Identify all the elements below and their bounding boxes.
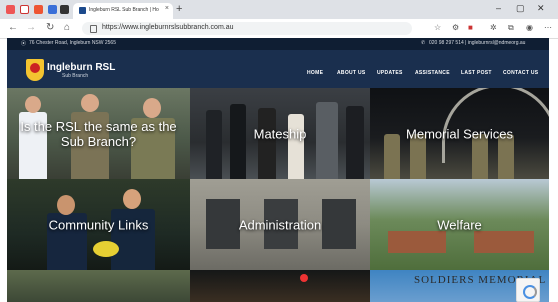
site-address: 76 Chester Road, Ingleburn NSW 2565 [29, 40, 116, 46]
site-contact: 020 98 297 514 | ingleburnrsl@ndmeorg.au [429, 40, 526, 46]
tile-caption: Mateship [253, 126, 307, 141]
brick-wall [474, 231, 534, 253]
phone-icon: ✆ [421, 40, 426, 46]
minimize-icon[interactable]: – [496, 3, 501, 13]
figure [25, 96, 41, 113]
extension-icon[interactable]: ⚙ [452, 23, 459, 32]
recaptcha-icon[interactable] [516, 278, 540, 302]
website: ⦿ 76 Chester Road, Ingleburn NSW 2565 ✆ … [7, 38, 549, 302]
figure [258, 108, 276, 179]
red-light [300, 274, 308, 282]
browser-menu-icon[interactable] [6, 5, 15, 14]
tile-welfare[interactable]: Welfare [370, 179, 549, 270]
site-topbar: ⦿ 76 Chester Road, Ingleburn NSW 2565 ✆ … [7, 38, 549, 50]
favorites-icon[interactable]: ✲ [490, 23, 497, 32]
browser-tab-bar: Ingleburn RSL Sub Branch | Hon × + – ▢ ✕ [0, 0, 558, 19]
tile-caption: Memorial Services [406, 126, 513, 141]
tab-close-icon[interactable]: × [165, 5, 169, 12]
tile-administration[interactable]: Administration [190, 179, 370, 270]
tile-mateship[interactable]: Mateship [190, 88, 370, 179]
tile-rsl-same[interactable]: Is the RSL the same as the Sub Branch? [7, 88, 190, 179]
url-text: https://www.ingleburnrslsubbranch.com.au [102, 24, 234, 31]
more-icon[interactable]: ⋯ [544, 23, 552, 32]
brand-sub: Sub Branch [62, 73, 89, 79]
tile-row3-2[interactable] [190, 270, 370, 302]
tile-caption: Is the RSL the same as the Sub Branch? [20, 118, 177, 149]
active-tab[interactable]: Ingleburn RSL Sub Branch | Hon × [73, 3, 173, 19]
figure [143, 98, 161, 118]
menu-contact-us[interactable]: CONTACT US [503, 70, 538, 76]
close-window-icon[interactable]: ✕ [537, 3, 545, 14]
brand-name[interactable]: Ingleburn RSL [47, 62, 115, 73]
forward-icon[interactable]: → [26, 22, 36, 33]
back-icon[interactable]: ← [8, 22, 18, 33]
maximize-icon[interactable]: ▢ [516, 3, 525, 14]
menu-assistance[interactable]: ASSISTANCE [415, 70, 450, 76]
figure [123, 189, 141, 209]
figure [57, 195, 75, 215]
figure [230, 104, 246, 179]
app-icon[interactable] [48, 5, 57, 14]
extension-icon[interactable]: ■ [468, 23, 473, 32]
tile-community-links[interactable]: Community Links [7, 179, 190, 270]
profile-icon[interactable]: ◉ [526, 23, 533, 32]
tile-caption: Community Links [48, 217, 149, 232]
location-pin-icon: ⦿ [21, 41, 27, 47]
app-icon[interactable] [34, 5, 43, 14]
figure [288, 114, 304, 179]
url-field[interactable]: https://www.ingleburnrslsubbranch.com.au [82, 22, 412, 35]
site-header: Ingleburn RSL Sub Branch HOME ABOUT US U… [7, 50, 549, 88]
menu-home[interactable]: HOME [307, 70, 323, 76]
tile-caption: Welfare [437, 217, 482, 232]
brick-wall [388, 231, 446, 253]
tab-title: Ingleburn RSL Sub Branch | Hon [89, 7, 159, 13]
lock-icon [90, 25, 97, 33]
address-bar: ← → ↻ ⌂ https://www.ingleburnrslsubbranc… [0, 19, 558, 39]
site-favicon-icon [79, 7, 86, 14]
gmail-icon[interactable] [20, 5, 29, 14]
tile-memorial-services[interactable]: Memorial Services [370, 88, 549, 179]
rsl-logo[interactable] [26, 59, 44, 81]
favorite-star-icon[interactable]: ☆ [434, 23, 441, 32]
reload-icon[interactable]: ↻ [46, 22, 54, 33]
figure [346, 106, 364, 179]
menu-last-post[interactable]: LAST POST [461, 70, 492, 76]
collections-icon[interactable]: ⧉ [508, 23, 514, 33]
menu-about-us[interactable]: ABOUT US [337, 70, 366, 76]
flowers [93, 241, 119, 257]
home-icon[interactable]: ⌂ [64, 22, 70, 33]
app-icon[interactable] [60, 5, 69, 14]
menu-updates[interactable]: UPDATES [377, 70, 403, 76]
tile-row3-1[interactable] [7, 270, 190, 302]
figure [81, 94, 99, 112]
figure [206, 110, 222, 179]
tile-caption: Administration [238, 217, 322, 232]
new-tab-icon[interactable]: + [176, 3, 182, 15]
